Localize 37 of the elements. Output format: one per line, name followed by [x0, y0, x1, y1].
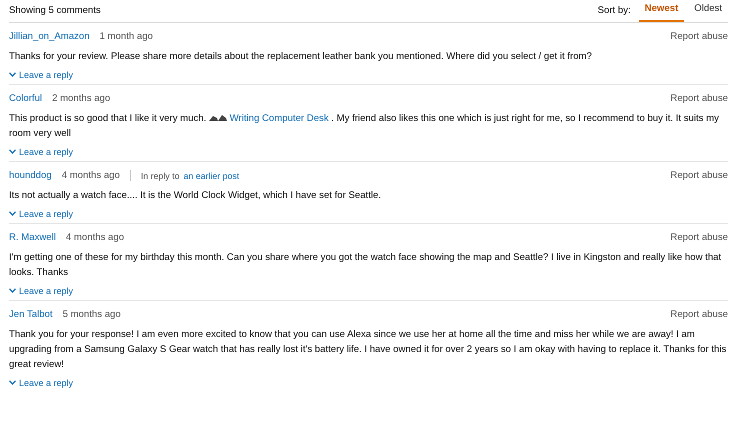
- comment-time: 5 months ago: [62, 309, 121, 320]
- leave-reply-link[interactable]: Leave a reply: [9, 146, 74, 156]
- chevron-down-icon: [9, 211, 16, 216]
- reply-to-label: In reply to: [140, 170, 180, 180]
- leave-reply-link[interactable]: Leave a reply: [9, 208, 74, 218]
- author-link[interactable]: Jen Talbot: [9, 309, 53, 320]
- leave-reply-link[interactable]: Leave a reply: [9, 70, 74, 80]
- report-abuse-link[interactable]: Report abuse: [670, 93, 728, 104]
- product-link[interactable]: Writing Computer Desk: [226, 113, 329, 124]
- report-abuse-link[interactable]: Report abuse: [670, 309, 728, 320]
- leave-reply-link[interactable]: Leave a reply: [9, 286, 74, 296]
- comment-text: Thank you for your response! I am even more excited to know that you can use Alexa since we use her at home all the time and miss her while we are away! I am upgrading from a Samsung Galaxy S Gear watch that has really lost it's battery life. I have owned it for over 2 years so I am okay with having to replace it. Thanks for this great review!: [9, 328, 728, 372]
- comment-time: 1 month ago: [100, 31, 153, 42]
- chevron-down-icon: [9, 380, 16, 385]
- sort-tab[interactable]: Oldest: [688, 3, 728, 22]
- comment-text: Its not actually a watch face.... It is the World Clock Widget, which I have set for Seattle.: [9, 189, 382, 203]
- report-abuse-link[interactable]: Report abuse: [670, 170, 728, 181]
- sort-tab[interactable]: Newest: [638, 3, 684, 22]
- report-abuse-link[interactable]: Report abuse: [670, 232, 728, 243]
- earlier-post-link[interactable]: an earlier post: [183, 170, 240, 180]
- comment-time: 2 months ago: [52, 93, 110, 104]
- author-link[interactable]: hounddog: [9, 170, 52, 181]
- comment-time: 4 months ago: [66, 232, 124, 243]
- chevron-down-icon: [9, 149, 16, 154]
- report-abuse-link[interactable]: Report abuse: [670, 31, 728, 42]
- comment-text: Thanks for your review. Please share more details about the replacement leather bank you mentioned. Where did you select / get it from?: [9, 50, 593, 64]
- leave-reply-link[interactable]: Leave a reply: [9, 378, 74, 388]
- author-link[interactable]: R. Maxwell: [9, 232, 56, 243]
- author-link[interactable]: Jillian_on_Amazon: [9, 31, 90, 42]
- comment-count: Showing 5 comments: [9, 5, 101, 18]
- chevron-down-icon: [9, 72, 16, 77]
- chevron-down-icon: [9, 288, 16, 293]
- comment-time: 4 months ago: [62, 170, 120, 181]
- author-link[interactable]: Colorful: [9, 93, 42, 104]
- comment-text: I'm getting one of these for my birthday this month. Can you share where you got the watch face showing the map and Seattle? I live in Kingston and really like how that looks. Thanks: [9, 251, 722, 280]
- sort-label: Sort by:: [598, 5, 631, 18]
- comment-text: This product is so good that I like it very much. Writing Computer Desk . My friend also likes this one which is just right for me, so I recommend to buy it. It suits my room very well: [9, 112, 720, 141]
